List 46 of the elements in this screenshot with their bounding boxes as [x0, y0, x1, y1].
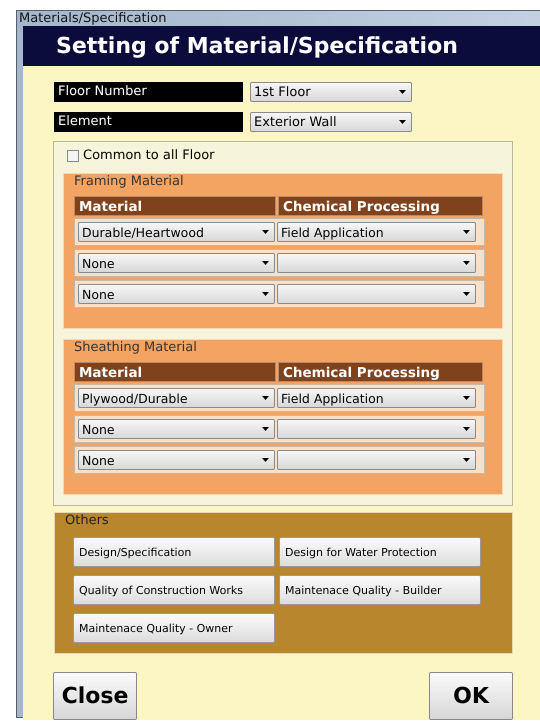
- caret-icon: [399, 90, 406, 94]
- caret-icon: [262, 396, 269, 400]
- field-label: Element: [54, 112, 243, 132]
- field-label: Floor Number: [54, 82, 243, 102]
- dropdown[interactable]: [277, 450, 476, 470]
- option-button[interactable]: Design/Specification: [73, 537, 275, 567]
- dropdown[interactable]: Field Application: [277, 222, 476, 242]
- dropdown[interactable]: Plywood/Durable: [78, 388, 275, 408]
- caret-icon: [399, 120, 406, 124]
- option-button[interactable]: Quality of Construction Works: [73, 575, 275, 605]
- column-header: Material: [74, 196, 276, 216]
- checkbox-label: Common to all Floor: [83, 148, 215, 163]
- dropdown[interactable]: [277, 284, 476, 304]
- dropdown[interactable]: [277, 253, 476, 273]
- ok-button[interactable]: OK: [429, 672, 513, 720]
- option-button[interactable]: Design for Water Protection: [279, 537, 481, 567]
- caret-icon: [262, 230, 269, 234]
- caret-icon: [463, 230, 470, 234]
- option-button[interactable]: Maintenace Quality - Builder: [279, 575, 481, 605]
- close-button[interactable]: Close: [53, 672, 137, 720]
- checkbox[interactable]: [67, 150, 79, 162]
- dropdown[interactable]: Exterior Wall: [250, 112, 412, 132]
- dropdown[interactable]: None: [78, 284, 275, 304]
- dialog-heading: Setting of Material/Specification: [56, 34, 458, 58]
- dropdown[interactable]: None: [78, 253, 275, 273]
- caret-icon: [463, 396, 470, 400]
- caret-icon: [463, 427, 470, 431]
- group-title: Sheathing Material: [72, 340, 199, 355]
- window-title: Materials/Specification: [19, 11, 166, 26]
- caret-icon: [262, 261, 269, 265]
- dropdown[interactable]: [277, 419, 476, 439]
- column-header: Chemical Processing: [278, 196, 483, 216]
- caret-icon: [262, 427, 269, 431]
- dropdown[interactable]: None: [78, 450, 275, 470]
- caret-icon: [463, 458, 470, 462]
- caret-icon: [262, 292, 269, 296]
- dropdown[interactable]: 1st Floor: [250, 82, 412, 102]
- column-header: Chemical Processing: [278, 362, 483, 382]
- option-button[interactable]: Maintenace Quality - Owner: [73, 613, 275, 643]
- dropdown[interactable]: None: [78, 419, 275, 439]
- caret-icon: [463, 261, 470, 265]
- column-header: Material: [74, 362, 276, 382]
- dropdown[interactable]: Durable/Heartwood: [78, 222, 275, 242]
- dropdown[interactable]: Field Application: [277, 388, 476, 408]
- caret-icon: [262, 458, 269, 462]
- caret-icon: [463, 292, 470, 296]
